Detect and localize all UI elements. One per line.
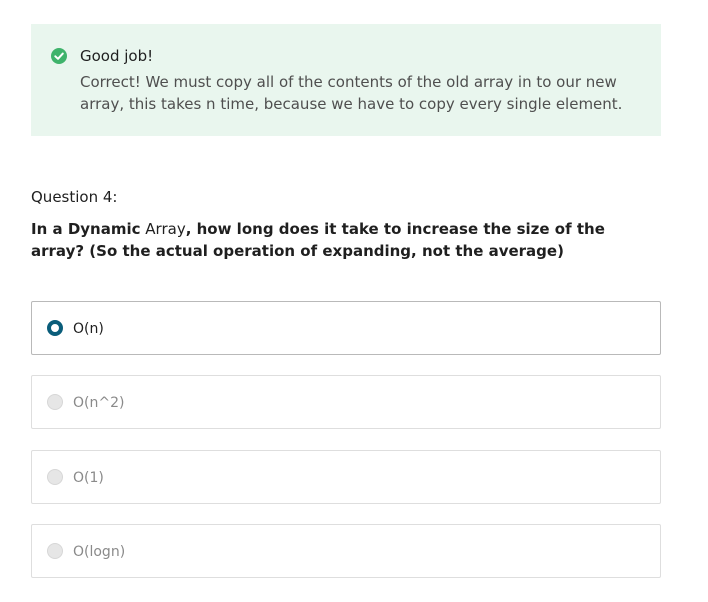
answer-option-4[interactable]: O(logn) <box>31 524 661 578</box>
answer-option-label: O(1) <box>73 470 104 486</box>
question-text-middle: Array <box>140 220 186 238</box>
question-text-emphasis: Dynamic <box>67 220 141 238</box>
radio-button[interactable] <box>47 543 63 559</box>
answer-option-label: O(n^2) <box>73 395 125 411</box>
feedback-banner: Good job! Correct! We must copy all of t… <box>31 24 661 136</box>
check-circle-icon <box>51 48 67 64</box>
answer-option-label: O(logn) <box>73 544 126 560</box>
radio-button[interactable] <box>47 469 63 485</box>
radio-button-selected[interactable] <box>47 320 63 336</box>
feedback-title: Good job! <box>80 47 154 65</box>
question-text-prefix: In a <box>31 220 68 238</box>
answer-option-2[interactable]: O(n^2) <box>31 375 661 429</box>
answer-option-3[interactable]: O(1) <box>31 450 661 504</box>
feedback-message: Correct! We must copy all of the content… <box>80 73 623 113</box>
answer-option-1[interactable]: O(n) <box>31 301 661 355</box>
question-text: In a Dynamic Array, how long does it tak… <box>31 218 661 262</box>
radio-button[interactable] <box>47 394 63 410</box>
question-number: Question 4: <box>31 188 118 206</box>
answer-option-label: O(n) <box>73 321 104 337</box>
